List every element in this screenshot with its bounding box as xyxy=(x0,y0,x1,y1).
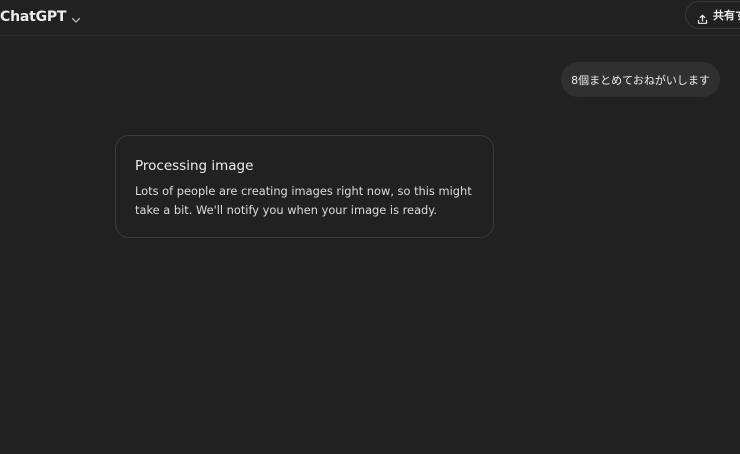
model-switcher[interactable]: ChatGPT xyxy=(0,5,82,29)
processing-image-card: Processing image Lots of people are crea… xyxy=(115,135,494,238)
chevron-down-icon xyxy=(70,11,82,23)
chat-window: ChatGPT 共有する 8個まとめておねがいします Processing im… xyxy=(0,0,740,454)
share-upload-icon xyxy=(697,10,708,24)
share-label: 共有する xyxy=(713,9,740,22)
top-bar: ChatGPT 共有する xyxy=(0,0,740,36)
model-name: ChatGPT xyxy=(0,9,67,25)
user-message-bubble: 8個まとめておねがいします xyxy=(561,62,720,97)
user-message-text: 8個まとめておねがいします xyxy=(571,73,710,87)
processing-title: Processing image xyxy=(135,158,254,174)
processing-message: Lots of people are creating images right… xyxy=(135,184,472,217)
share-button[interactable]: 共有する xyxy=(685,1,740,29)
